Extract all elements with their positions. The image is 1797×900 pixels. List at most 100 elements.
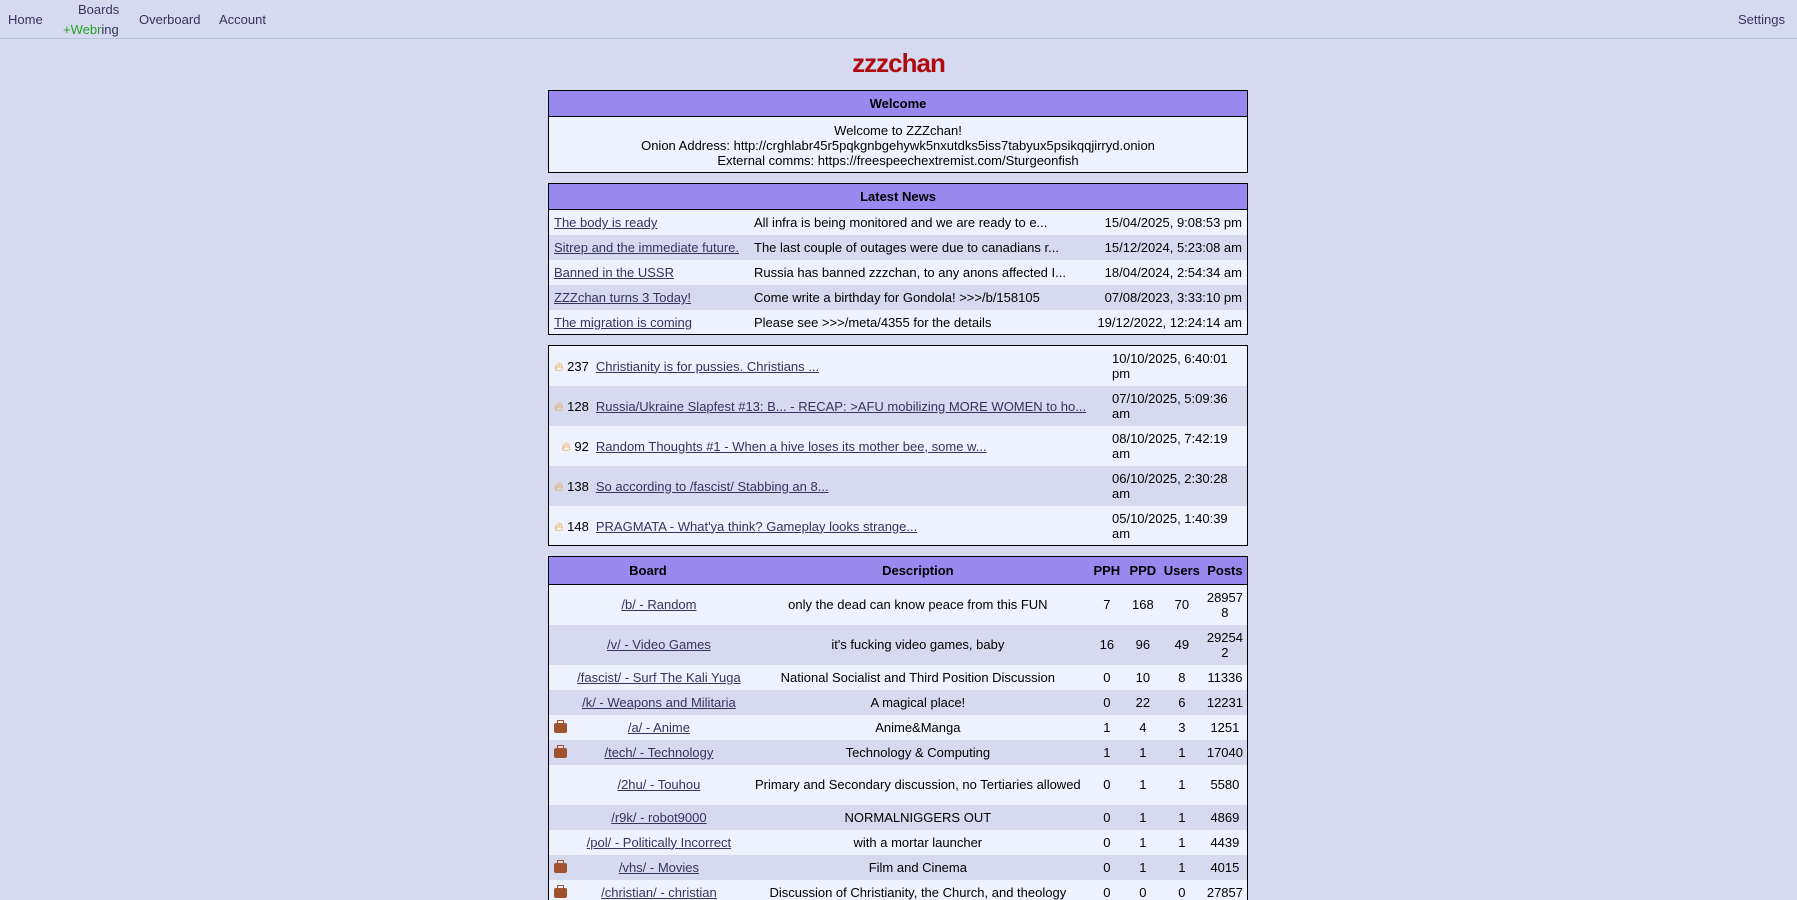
board-link[interactable]: /fascist/ - Surf The Kali Yuga xyxy=(577,670,741,685)
col-header-users[interactable]: Users xyxy=(1160,557,1203,585)
thread-reply-count: 148 xyxy=(567,518,589,534)
news-title-link[interactable]: ZZZchan turns 3 Today! xyxy=(554,290,691,305)
boards-box: Board Description PPH PPD Users Posts /b… xyxy=(548,556,1248,900)
thread-title-link[interactable]: PRAGMATA - What'ya think? Gameplay looks… xyxy=(596,519,917,534)
board-row: /v/ - Video Games it's fucking video gam… xyxy=(549,624,1247,665)
board-pph: 0 xyxy=(1088,689,1125,715)
nav-settings-link[interactable]: Settings xyxy=(1738,12,1785,27)
board-posts: 12231 xyxy=(1202,689,1247,715)
board-ppd: 10 xyxy=(1135,669,1151,685)
board-pph: 0 xyxy=(1088,804,1125,830)
external-comms-line: External comms: https://freespeechextrem… xyxy=(717,153,1079,168)
board-posts: 4015 xyxy=(1202,854,1247,880)
thread-row: 🔥︎ 128 Russia/Ukraine Slapfest #13: B...… xyxy=(549,386,1247,426)
hot-threads-table: 🔥︎ 237 Christianity is for pussies. Chri… xyxy=(549,346,1247,546)
col-header-description[interactable]: Description xyxy=(746,557,1089,585)
thread-date: 10/10/2025, 6:40:01 pm xyxy=(1112,351,1228,381)
board-ppd: 96 xyxy=(1124,624,1161,665)
news-title-link[interactable]: The body is ready xyxy=(554,215,657,230)
board-pph: 16 xyxy=(1088,624,1125,665)
site-title: zzzchan xyxy=(852,48,946,78)
board-ppd: 1 xyxy=(1124,854,1161,880)
welcome-box: Welcome Welcome to ZZZchan! Onion Addres… xyxy=(548,90,1248,173)
board-description: A magical place! xyxy=(746,689,1089,715)
board-row: /2hu/ - Touhou Primary and Secondary dis… xyxy=(549,765,1247,805)
board-description: with a mortar launcher xyxy=(853,834,983,850)
thread-date: 06/10/2025, 2:30:28 am xyxy=(1107,466,1247,506)
col-header-pph[interactable]: PPH xyxy=(1088,557,1125,585)
board-link[interactable]: /k/ - Weapons and Militaria xyxy=(582,695,736,710)
board-ppd: 4 xyxy=(1139,719,1147,735)
board-posts: 5580 xyxy=(1210,777,1240,792)
briefcase-icon xyxy=(554,859,567,873)
briefcase-icon xyxy=(554,744,567,758)
board-users: 1 xyxy=(1178,777,1186,792)
board-row: /pol/ - Politically Incorrect with a mor… xyxy=(549,830,1247,855)
board-pph: 1 xyxy=(1103,719,1111,735)
thread-date: 07/10/2025, 5:09:36 am xyxy=(1107,386,1247,426)
col-header-ppd[interactable]: PPD xyxy=(1124,557,1161,585)
nav-boards-link[interactable]: Boards xyxy=(78,2,119,17)
board-link[interactable]: /r9k/ - robot9000 xyxy=(611,810,706,825)
board-posts: 4869 xyxy=(1202,804,1247,830)
thread-reply-count: 237 xyxy=(567,358,589,374)
board-link[interactable]: /tech/ - Technology xyxy=(604,745,713,760)
board-description: Technology & Computing xyxy=(746,739,1089,765)
briefcase-icon xyxy=(554,884,567,898)
board-posts: 17040 xyxy=(1202,739,1247,765)
fire-icon: 🔥︎ xyxy=(554,398,564,414)
board-description: NORMALNIGGERS OUT xyxy=(746,804,1089,830)
board-ppd: 1 xyxy=(1124,804,1161,830)
board-ppd: 1 xyxy=(1124,739,1161,765)
onion-address-line: Onion Address: http://crghlabr45r5pqkgnb… xyxy=(641,138,1155,153)
fire-icon: 🔥︎ xyxy=(561,438,571,454)
board-link[interactable]: /b/ - Random xyxy=(621,597,696,612)
fire-icon: 🔥︎ xyxy=(554,518,564,534)
thread-reply-count: 138 xyxy=(567,478,589,494)
board-ppd: 1 xyxy=(1139,834,1147,850)
board-description: Film and Cinema xyxy=(746,854,1089,880)
board-pph: 0 xyxy=(1103,777,1111,792)
latest-news-box: Latest News The body is ready All infra … xyxy=(548,183,1248,335)
board-users: 1 xyxy=(1160,854,1203,880)
board-row: /christian/ - christian Discussion of Ch… xyxy=(549,880,1247,900)
nav-webring-link[interactable]: +Webring xyxy=(63,22,119,37)
board-link[interactable]: /v/ - Video Games xyxy=(607,637,711,652)
news-row: The body is ready All infra is being mon… xyxy=(549,210,1247,235)
board-row: /k/ - Weapons and Militaria A magical pl… xyxy=(549,689,1247,715)
board-link[interactable]: /a/ - Anime xyxy=(628,720,690,735)
boards-table: Board Description PPH PPD Users Posts /b… xyxy=(549,557,1247,900)
col-header-board[interactable]: Board xyxy=(549,557,747,585)
thread-reply-count: 92 xyxy=(574,438,589,454)
news-title-link[interactable]: Banned in the USSR xyxy=(554,265,674,280)
board-posts: 1251 xyxy=(1210,719,1240,735)
board-pph: 7 xyxy=(1103,597,1111,613)
board-posts: 27857 xyxy=(1206,884,1243,900)
thread-title-link[interactable]: Christianity is for pussies. Christians … xyxy=(596,359,819,374)
thread-title-link[interactable]: So according to /fascist/ Stabbing an 8.… xyxy=(596,479,829,494)
col-header-posts[interactable]: Posts xyxy=(1202,557,1247,585)
news-title-link[interactable]: Sitrep and the immediate future. xyxy=(554,240,739,255)
board-pph: 0 xyxy=(1103,669,1111,685)
news-date: 07/08/2023, 3:33:10 pm xyxy=(1092,285,1247,310)
thread-row: 🔥︎ 148 PRAGMATA - What'ya think? Gamepla… xyxy=(549,506,1247,546)
welcome-line: Welcome to ZZZchan! xyxy=(834,123,962,138)
latest-news-heading: Latest News xyxy=(549,184,1247,210)
fire-icon: 🔥︎ xyxy=(554,358,564,374)
news-row: ZZZchan turns 3 Today! Come write a birt… xyxy=(549,285,1247,310)
nav-account-link[interactable]: Account xyxy=(219,12,266,27)
board-link[interactable]: /pol/ - Politically Incorrect xyxy=(587,835,732,850)
board-link[interactable]: /christian/ - christian xyxy=(601,885,717,900)
board-link[interactable]: /2hu/ - Touhou xyxy=(617,777,700,792)
news-date: 19/12/2022, 12:24:14 am xyxy=(1097,315,1242,330)
news-title-link[interactable]: The migration is coming xyxy=(554,315,692,330)
board-posts: 292542 xyxy=(1202,624,1247,665)
nav-home-link[interactable]: Home xyxy=(8,12,43,27)
nav-overboard-link[interactable]: Overboard xyxy=(139,12,200,27)
thread-title-link[interactable]: Random Thoughts #1 - When a hive loses i… xyxy=(596,439,987,454)
board-users: 70 xyxy=(1174,597,1190,613)
board-row: /vhs/ - Movies Film and Cinema 0 1 1 401… xyxy=(549,854,1247,880)
thread-title-link[interactable]: Russia/Ukraine Slapfest #13: B... - RECA… xyxy=(596,399,1086,414)
board-link[interactable]: /vhs/ - Movies xyxy=(619,860,699,875)
news-date: 15/04/2025, 9:08:53 pm xyxy=(1104,215,1242,230)
